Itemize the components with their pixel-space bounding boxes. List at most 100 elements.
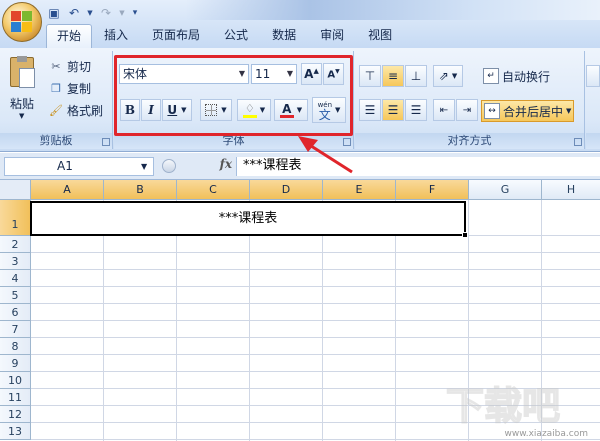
- grid-line: [31, 371, 600, 372]
- chevron-down-icon: ▼: [451, 72, 458, 80]
- title-decoration: [185, 0, 600, 20]
- formula-separator-icon: [162, 159, 176, 173]
- align-right-button[interactable]: ☰: [405, 99, 427, 121]
- column-header-c[interactable]: C: [177, 180, 250, 200]
- tab-formulas[interactable]: 公式: [212, 24, 260, 48]
- orientation-icon: ⇗: [438, 69, 449, 83]
- paste-label: 粘贴: [10, 97, 35, 111]
- align-center-button[interactable]: ☰: [382, 99, 404, 121]
- column-header-g[interactable]: G: [469, 180, 542, 200]
- copy-label: 复制: [67, 81, 92, 96]
- number-group-label-partial: [586, 133, 600, 149]
- alignment-group-label: 对齐方式: [355, 133, 584, 149]
- customize-icon[interactable]: ▾: [130, 5, 140, 21]
- orientation-button[interactable]: ⇗ ▼: [433, 65, 463, 87]
- tab-view[interactable]: 视图: [356, 24, 404, 48]
- redo-dropdown-icon[interactable]: ▼: [118, 5, 126, 21]
- number-format-partial[interactable]: [586, 65, 600, 87]
- tab-insert[interactable]: 插入: [92, 24, 140, 48]
- wrap-text-icon: ↵: [483, 68, 499, 84]
- increase-indent-icon: ⇥: [462, 104, 472, 116]
- tab-review[interactable]: 审阅: [308, 24, 356, 48]
- paste-dropdown-icon: ▼: [19, 112, 25, 120]
- column-header-e[interactable]: E: [323, 180, 396, 200]
- merge-center-label: 合并后居中: [503, 104, 564, 119]
- row-header-12[interactable]: 12: [0, 406, 31, 423]
- decrease-indent-icon: ⇤: [439, 104, 449, 116]
- chevron-down-icon: ▼: [141, 162, 148, 171]
- tab-data[interactable]: 数据: [260, 24, 308, 48]
- wrap-text-button[interactable]: ↵ 自动换行: [483, 67, 550, 85]
- row-header-1[interactable]: 1: [0, 200, 31, 236]
- align-left-icon: ☰: [364, 103, 376, 117]
- cell-reference: A1: [57, 159, 73, 173]
- grid-line: [31, 354, 600, 355]
- column-header-a[interactable]: A: [31, 180, 104, 200]
- insert-function-button[interactable]: fx: [220, 157, 232, 171]
- scissors-icon: ✂: [51, 59, 61, 73]
- align-top-icon: ⊤: [364, 69, 376, 83]
- grid-line: [31, 269, 600, 270]
- row-header-8[interactable]: 8: [0, 338, 31, 355]
- undo-icon[interactable]: ↶: [66, 5, 82, 21]
- row-header-11[interactable]: 11: [0, 389, 31, 406]
- column-header-h[interactable]: H: [542, 180, 600, 200]
- grid-line: [31, 337, 600, 338]
- row-header-5[interactable]: 5: [0, 287, 31, 304]
- ribbon-tabs: 开始 插入 页面布局 公式 数据 审阅 视图: [46, 24, 404, 48]
- office-logo-icon: [11, 11, 33, 33]
- align-right-icon: ☰: [410, 103, 422, 117]
- align-bottom-icon: ⊥: [410, 69, 422, 83]
- column-header-b[interactable]: B: [104, 180, 177, 200]
- watermark-logo: 下载吧: [445, 383, 561, 429]
- merge-cells-icon: ↔: [484, 103, 500, 119]
- align-center-icon: ☰: [387, 103, 399, 117]
- row-header-4[interactable]: 4: [0, 270, 31, 287]
- number-group-partial: [586, 51, 600, 149]
- paste-icon: [10, 56, 35, 88]
- highlight-box: [114, 55, 353, 136]
- chevron-down-icon: ▼: [566, 107, 572, 115]
- cut-button[interactable]: ✂ 剪切: [48, 57, 91, 75]
- row-header-7[interactable]: 7: [0, 321, 31, 338]
- tab-home[interactable]: 开始: [46, 24, 93, 48]
- align-middle-button[interactable]: ≡: [382, 65, 404, 87]
- row-header-3[interactable]: 3: [0, 253, 31, 270]
- align-top-button[interactable]: ⊤: [359, 65, 381, 87]
- copy-button[interactable]: ❐ 复制: [48, 79, 91, 97]
- worksheet[interactable]: ABCDEFGH 1 2 3 4 5 6 7 8 9 10 11 12 13 ***课程表 下载吧 ww…: [0, 180, 600, 441]
- row-header-6[interactable]: 6: [0, 304, 31, 321]
- title-bar: ▣ ↶ ▼ ↷ ▼ ▾ 开始 插入 页面布局 公式 数据 审阅 视图: [0, 0, 600, 48]
- grid-line: [31, 320, 600, 321]
- clipboard-launcher-icon[interactable]: [102, 138, 110, 146]
- redo-icon[interactable]: ↷: [98, 5, 114, 21]
- clipboard-group: 粘贴 ▼ ✂ 剪切 ❐ 复制 🖌 格式刷 剪贴板: [0, 51, 113, 149]
- undo-dropdown-icon[interactable]: ▼: [86, 5, 94, 21]
- name-box[interactable]: A1 ▼: [4, 157, 154, 176]
- red-arrow-icon: [298, 136, 353, 174]
- increase-indent-button[interactable]: ⇥: [456, 99, 478, 121]
- alignment-launcher-icon[interactable]: [574, 138, 582, 146]
- align-bottom-button[interactable]: ⊥: [405, 65, 427, 87]
- paste-button[interactable]: 粘贴 ▼: [6, 55, 40, 127]
- row-header-10[interactable]: 10: [0, 372, 31, 389]
- fill-handle[interactable]: [462, 232, 468, 238]
- align-left-button[interactable]: ☰: [359, 99, 381, 121]
- row-header-2[interactable]: 2: [0, 236, 31, 253]
- watermark-url: www.xiazaiba.com: [504, 429, 588, 439]
- tab-page-layout[interactable]: 页面布局: [140, 24, 212, 48]
- row-header-13[interactable]: 13: [0, 423, 31, 440]
- save-icon[interactable]: ▣: [46, 5, 62, 21]
- row-header-9[interactable]: 9: [0, 355, 31, 372]
- decrease-indent-button[interactable]: ⇤: [433, 99, 455, 121]
- format-painter-button[interactable]: 🖌 格式刷: [48, 101, 103, 119]
- column-header-f[interactable]: F: [396, 180, 469, 200]
- column-header-d[interactable]: D: [250, 180, 323, 200]
- copy-icon: ❐: [51, 81, 61, 95]
- select-all-corner[interactable]: [0, 180, 31, 200]
- merge-center-button[interactable]: ↔ 合并后居中 ▼: [481, 100, 575, 122]
- alignment-group: ⊤ ≡ ⊥ ⇗ ▼ ☰ ☰ ☰ ⇤ ⇥ ↵ 自动换行 ↔ 合并后居中 ▼ 对齐方…: [355, 51, 585, 149]
- office-button[interactable]: [2, 2, 42, 42]
- align-middle-icon: ≡: [387, 69, 399, 83]
- merged-cell-a1-f1[interactable]: ***课程表: [30, 201, 466, 236]
